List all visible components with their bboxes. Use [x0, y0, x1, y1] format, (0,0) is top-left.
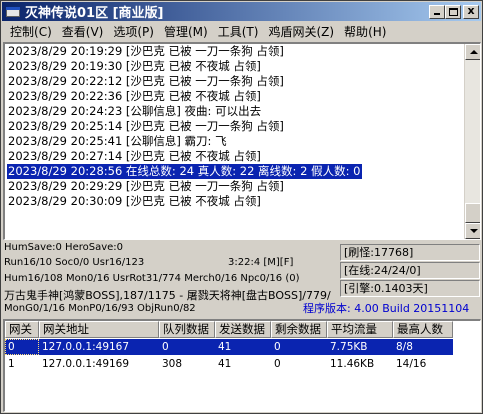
scroll-up-button[interactable] [465, 44, 480, 60]
column-header-gateway[interactable]: 网关 [5, 321, 39, 338]
arrow-up-icon [470, 50, 478, 54]
menu-control-label: 控制 [10, 25, 35, 39]
menu-manage[interactable]: 管理(M) [159, 23, 213, 40]
online-count-box: [在线:24/24/0] [340, 262, 480, 279]
status-panel: HumSave:0 HeroSave:0 Run16/10 Soc0/0 Usr… [3, 242, 481, 318]
log-line[interactable]: 2023/8/29 20:22:12 [沙巴克 已被 一刀一条狗 占领] [7, 74, 462, 89]
column-header-sent[interactable]: 发送数据 [215, 321, 271, 338]
log-panel[interactable]: 2023/8/29 20:19:29 [沙巴克 已被 一刀一条狗 占领] 202… [3, 42, 481, 240]
menu-gateway[interactable]: 鸡盾网关(Z) [263, 23, 339, 40]
table-row[interactable]: 1 127.0.0.1:49169 308 41 0 11.46KB 14/16 [5, 356, 453, 372]
log-line[interactable]: 2023/8/29 20:27:14 [沙巴克 已被 不夜城 占领] [7, 149, 462, 164]
log-line[interactable]: 2023/8/29 20:30:09 [沙巴克 已被 不夜城 占领] [7, 194, 462, 209]
close-icon: x [467, 3, 475, 17]
cell-remaining: 0 [274, 358, 281, 370]
cell-avg-traffic: 7.75KB [330, 341, 368, 353]
menu-tools[interactable]: 工具(T) [213, 23, 264, 40]
menu-control-accel: (C) [34, 25, 52, 39]
minimize-button[interactable] [429, 4, 445, 19]
cell-queue: 308 [162, 358, 183, 370]
menu-options-label: 选项 [113, 25, 138, 39]
log-line-selected[interactable]: 2023/8/29 20:28:56 在线总数: 24 真人数: 22 离线数:… [7, 164, 363, 179]
log-scrollbar[interactable] [464, 44, 480, 239]
menu-help[interactable]: 帮助(H) [339, 23, 391, 40]
engine-uptime-box: [引擎:0.1403天] [340, 280, 480, 297]
log-line[interactable]: 2023/8/29 20:25:14 [沙巴克 已被 一刀一条狗 占领] [7, 119, 462, 134]
menu-tools-label: 工具 [217, 25, 242, 39]
log-line[interactable]: 2023/8/29 20:22:36 [沙巴克 已被 不夜城 占领] [7, 89, 462, 104]
status-boss: 万古鬼手神[鸿蒙BOSS],187/1175 - 屠戮天将神[盘古BOSS]/7… [4, 289, 331, 302]
cell-queue: 0 [162, 341, 169, 353]
menu-manage-accel: (M) [188, 25, 208, 39]
column-header-max-users[interactable]: 最高人数 [393, 321, 453, 338]
cell-avg-traffic: 11.46KB [330, 358, 375, 370]
menu-options[interactable]: 选项(P) [108, 23, 159, 40]
log-line[interactable]: 2023/8/29 20:29:29 [沙巴克 已被 一刀一条狗 占领] [7, 179, 462, 194]
menu-tools-accel: (T) [241, 25, 259, 39]
cell-remaining: 0 [274, 341, 281, 353]
title-bar[interactable]: 灭神传说01区 [商业版] x [2, 2, 481, 21]
table-header: 网关 网关地址 队列数据 发送数据 剩余数据 平均流量 最高人数 [5, 321, 453, 338]
cell-gateway: 0 [5, 339, 39, 355]
menu-control[interactable]: 控制(C) [5, 23, 57, 40]
gateway-table[interactable]: 网关 网关地址 队列数据 发送数据 剩余数据 平均流量 最高人数 0 127.0… [3, 319, 481, 412]
menu-help-label: 帮助 [344, 25, 369, 39]
cell-address: 127.0.0.1:49167 [42, 341, 130, 353]
scroll-down-button[interactable] [465, 223, 480, 239]
table-row-selected[interactable]: 0 127.0.0.1:49167 0 41 0 7.75KB 8/8 [5, 339, 453, 355]
status-hum: Hum16/108 Mon0/16 UsrRot31/774 Merch0/16… [4, 273, 300, 284]
cell-sent: 41 [218, 341, 232, 353]
cell-sent: 41 [218, 358, 232, 370]
cell-max-users: 14/16 [396, 358, 427, 370]
window-title: 灭神传说01区 [商业版] [25, 6, 164, 21]
status-mon: MonG0/1/16 MonP0/16/93 ObjRun0/82 [4, 303, 196, 314]
cell-gateway: 1 [8, 358, 15, 370]
maximize-icon [449, 7, 458, 16]
close-button[interactable]: x [463, 3, 479, 19]
spawn-count-box: [刷怪:17768] [340, 244, 480, 261]
arrow-down-icon [470, 229, 478, 233]
app-window: 灭神传说01区 [商业版] x 控制(C) 查看(V) 选项(P) 管理(M) … [0, 0, 483, 414]
log-line[interactable]: 2023/8/29 20:24:23 [公聊信息] 夜曲: 可以出去 [7, 104, 462, 119]
menu-manage-label: 管理 [163, 25, 188, 39]
status-run: Run16/10 Soc0/0 Usr16/123 [4, 257, 145, 268]
scroll-thumb[interactable] [465, 203, 480, 223]
log-line[interactable]: 2023/8/29 20:25:41 [公聊信息] 霸刀: 飞 [7, 134, 462, 149]
menu-gateway-label: 鸡盾网关 [268, 25, 317, 39]
log-line[interactable]: 2023/8/29 20:19:29 [沙巴克 已被 一刀一条狗 占领] [7, 44, 462, 59]
menu-gateway-accel: (Z) [316, 25, 335, 39]
status-uptime: 3:22:4 [M][F] [228, 257, 294, 268]
column-header-address[interactable]: 网关地址 [39, 321, 159, 338]
column-header-remaining[interactable]: 剩余数据 [271, 321, 327, 338]
cell-max-users: 8/8 [396, 341, 413, 353]
column-header-queue[interactable]: 队列数据 [159, 321, 215, 338]
menu-help-accel: (H) [368, 25, 387, 39]
menu-view-label: 查看 [61, 25, 86, 39]
maximize-button[interactable] [445, 4, 461, 19]
menu-bar: 控制(C) 查看(V) 选项(P) 管理(M) 工具(T) 鸡盾网关(Z) 帮助… [2, 22, 481, 41]
status-save: HumSave:0 HeroSave:0 [4, 242, 124, 253]
log-line[interactable]: 2023/8/29 20:19:30 [沙巴克 已被 不夜城 占领] [7, 59, 462, 74]
app-icon[interactable] [5, 4, 21, 20]
minimize-icon [434, 12, 440, 15]
program-version: 程序版本: 4.00 Build 20151104 [303, 302, 470, 315]
menu-view-accel: (V) [85, 25, 104, 39]
cell-address: 127.0.0.1:49169 [42, 358, 130, 370]
menu-options-accel: (P) [137, 25, 154, 39]
column-header-avg-traffic[interactable]: 平均流量 [327, 321, 393, 338]
log-list: 2023/8/29 20:19:29 [沙巴克 已被 一刀一条狗 占领] 202… [7, 44, 462, 209]
menu-view[interactable]: 查看(V) [57, 23, 109, 40]
